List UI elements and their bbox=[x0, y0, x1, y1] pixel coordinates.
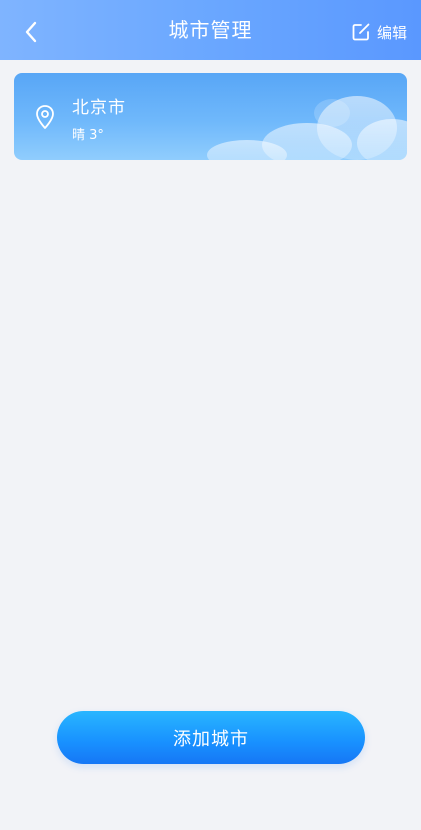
chevron-left-icon bbox=[25, 21, 37, 43]
edit-square-icon bbox=[352, 23, 370, 41]
add-city-button[interactable]: 添加城市 bbox=[57, 711, 365, 764]
clouds-decoration bbox=[207, 96, 407, 160]
edit-label: 编辑 bbox=[376, 23, 407, 42]
city-name: 北京市 bbox=[72, 98, 126, 118]
back-button[interactable] bbox=[18, 18, 46, 46]
top-header: 城市管理 编辑 bbox=[0, 0, 421, 60]
location-pin-icon bbox=[36, 105, 54, 129]
edit-button[interactable]: 编辑 bbox=[351, 20, 407, 44]
city-weather: 晴 3° bbox=[72, 128, 104, 143]
city-card[interactable]: 北京市 晴 3° bbox=[14, 73, 407, 160]
